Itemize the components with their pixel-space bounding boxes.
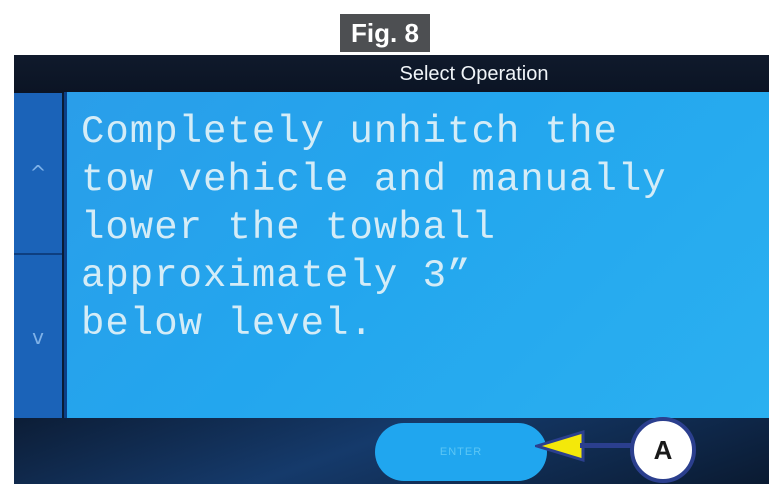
figure-label: Fig. 8 [340,14,430,52]
message-panel: Completely unhitch the tow vehicle and m… [64,92,769,418]
screen-title: Select Operation [399,63,549,85]
enter-button[interactable]: ENTER [375,423,547,481]
instruction-message: Completely unhitch the tow vehicle and m… [81,110,667,346]
scroll-up-button[interactable]: ^ [14,93,62,253]
scroll-down-button[interactable]: v [14,255,62,420]
callout-line [580,443,632,448]
callout-badge: A [630,417,696,483]
chevron-down-icon: v [32,325,44,349]
chevron-up-icon: ^ [29,161,47,185]
callout-arrow-icon [535,429,585,463]
